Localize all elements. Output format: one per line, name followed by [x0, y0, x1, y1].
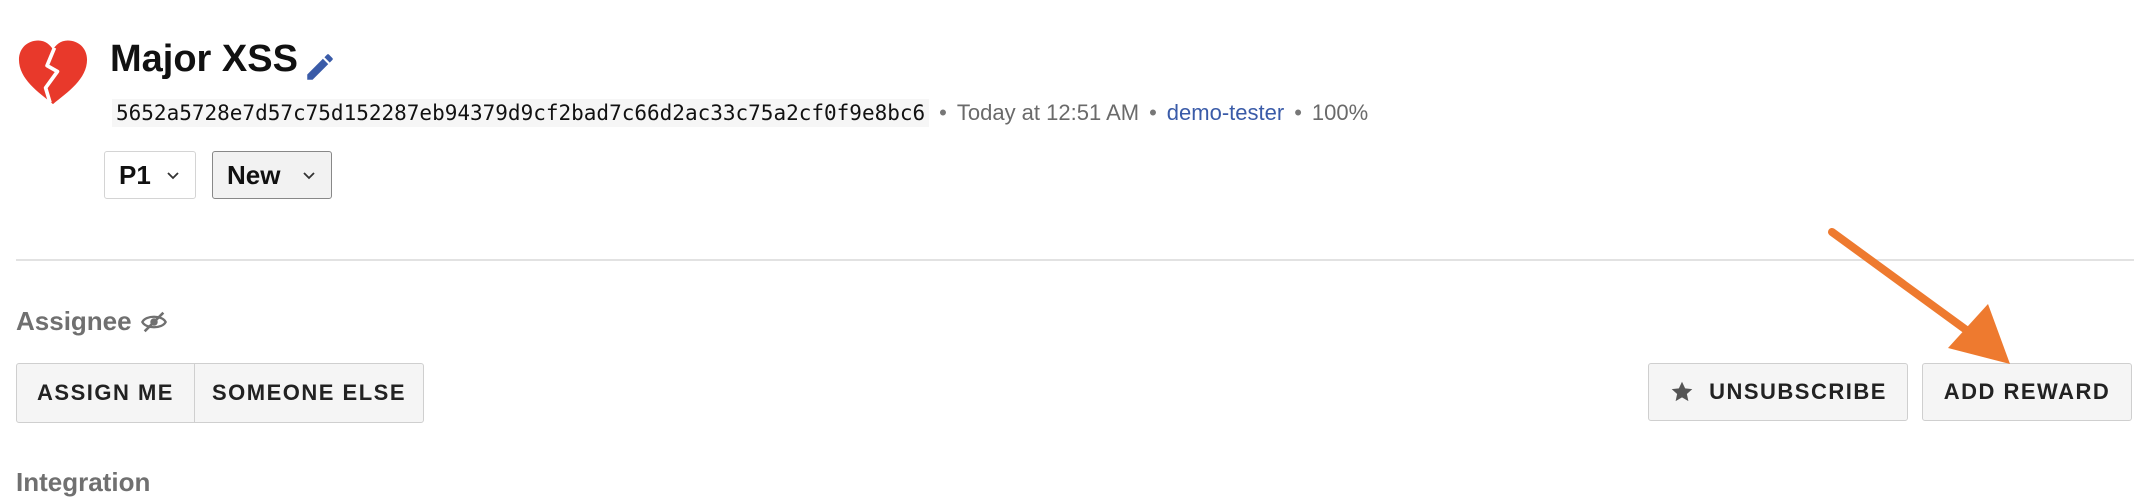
broken-heart-icon [16, 36, 90, 110]
timestamp: Today at 12:51 AM [956, 100, 1140, 125]
status-value: New [227, 159, 281, 190]
pencil-icon[interactable] [303, 50, 337, 84]
assignee-label: Assignee [16, 306, 132, 336]
assign-button-group: ASSIGN ME SOMEONE ELSE [16, 363, 424, 423]
eye-off-icon [140, 311, 167, 332]
page-title: Major XSS [110, 38, 298, 80]
assign-me-button[interactable]: ASSIGN ME [17, 364, 195, 422]
star-icon [1671, 381, 1693, 402]
priority-value: P1 [119, 159, 151, 190]
section-divider [16, 259, 2134, 261]
confidence-percent: 100% [1311, 100, 1369, 125]
someone-else-button[interactable]: SOMEONE ELSE [195, 364, 423, 422]
separator-dot: • [1294, 100, 1302, 125]
annotation-arrow [1820, 222, 2020, 372]
separator-dot: • [1149, 100, 1157, 125]
unsubscribe-label: UNSUBSCRIBE [1709, 379, 1887, 404]
separator-dot: • [939, 100, 947, 125]
user-link[interactable]: demo-tester [1167, 100, 1284, 126]
commit-hash: 5652a5728e7d57c75d152287eb94379d9cf2bad7… [112, 99, 930, 127]
meta-row: 5652a5728e7d57c75d152287eb94379d9cf2bad7… [112, 99, 1368, 127]
integration-heading: Integration [16, 467, 151, 497]
priority-select[interactable]: P1 [104, 151, 196, 199]
status-select[interactable]: New [212, 151, 332, 199]
assignee-heading: Assignee [16, 306, 168, 337]
chevron-down-icon [167, 172, 179, 180]
chevron-down-icon [303, 172, 315, 180]
